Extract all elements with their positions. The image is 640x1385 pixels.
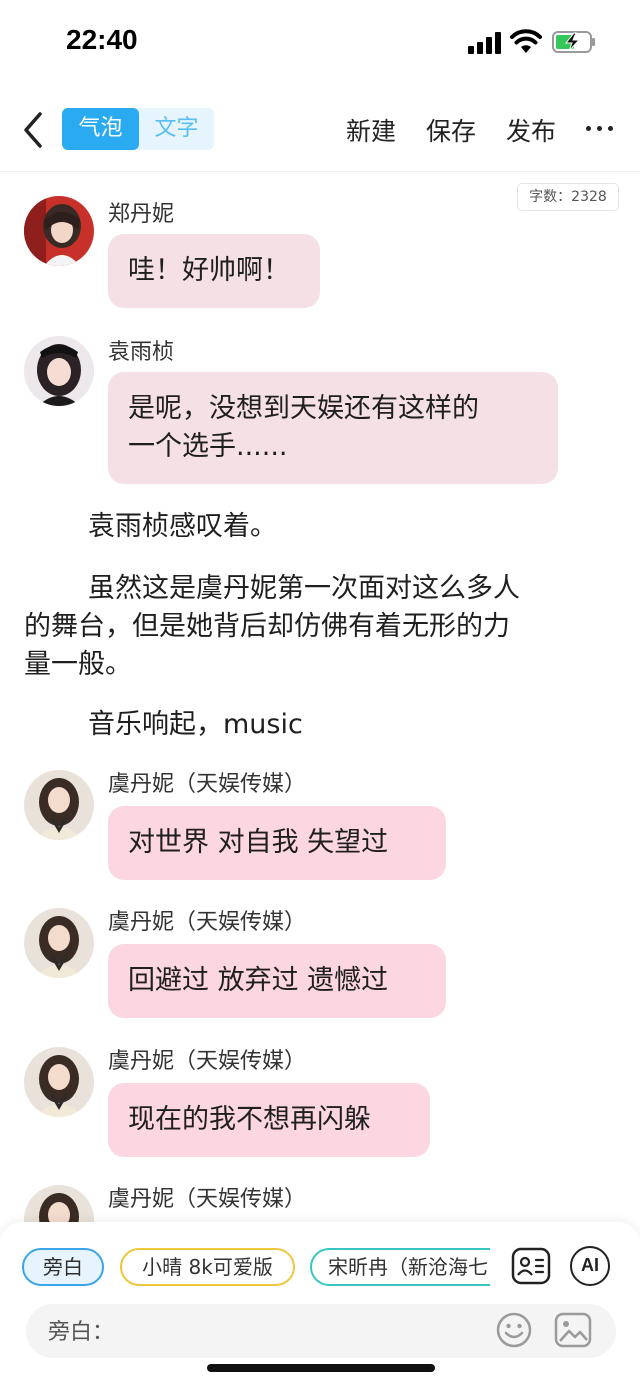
speaker-name: 虞丹妮（天娱传媒） bbox=[108, 772, 307, 797]
status-bar: 22:40 bbox=[0, 0, 640, 86]
mode-bubble-tab[interactable]: 气泡 bbox=[62, 108, 139, 150]
narration-paragraph[interactable]: 虽然这是虞丹妮第一次面对这么多人 的舞台，但是她背后却仿佛有着无形的力 量一般。 bbox=[24, 570, 616, 684]
message-bubble[interactable]: 是呢，没想到天娱还有这样的 一个选手...... bbox=[108, 372, 558, 484]
role-chip[interactable]: 宋昕冉（新沧海七 bbox=[310, 1248, 490, 1286]
composer-panel: 旁白 小晴 8k可爱版 宋昕冉（新沧海七 AI 旁白： bbox=[0, 1222, 640, 1385]
mode-toggle: 气泡 文字 bbox=[62, 108, 214, 150]
narration-paragraph[interactable]: 音乐响起，music bbox=[24, 706, 616, 744]
avatar[interactable] bbox=[24, 1047, 94, 1117]
image-icon[interactable] bbox=[554, 1312, 592, 1348]
role-chip[interactable]: 小晴 8k可爱版 bbox=[120, 1248, 295, 1286]
mode-text-tab[interactable]: 文字 bbox=[139, 108, 214, 150]
input-speaker-label: 旁白： bbox=[48, 1320, 115, 1345]
message-bubble[interactable]: 哇！好帅啊！ bbox=[108, 234, 320, 308]
save-button[interactable]: 保存 bbox=[426, 112, 476, 148]
new-button[interactable]: 新建 bbox=[346, 112, 396, 148]
publish-button[interactable]: 发布 bbox=[506, 112, 556, 148]
message-bubble[interactable]: 回避过 放弃过 遗憾过 bbox=[108, 944, 446, 1018]
speaker-name: 郑丹妮 bbox=[108, 202, 175, 227]
avatar[interactable] bbox=[24, 336, 94, 406]
role-chip-narration[interactable]: 旁白 bbox=[22, 1248, 104, 1286]
speaker-name: 袁雨桢 bbox=[108, 340, 175, 365]
avatar[interactable] bbox=[24, 196, 94, 266]
cellular-signal-icon bbox=[468, 32, 502, 54]
home-indicator bbox=[207, 1364, 435, 1372]
speaker-name: 虞丹妮（天娱传媒） bbox=[108, 1049, 307, 1074]
word-count-badge: 字数：2328 bbox=[517, 183, 619, 211]
message-line: 是呢，没想到天娱还有这样的 bbox=[128, 393, 479, 424]
wifi-icon bbox=[510, 29, 542, 53]
message-line: 一个选手...... bbox=[128, 431, 288, 462]
more-options-icon[interactable] bbox=[584, 114, 616, 144]
narration-line: 虽然这是虞丹妮第一次面对这么多人 bbox=[88, 573, 520, 604]
ai-button[interactable]: AI bbox=[570, 1246, 610, 1286]
avatar[interactable] bbox=[24, 908, 94, 978]
narration-line: 的舞台，但是她背后却仿佛有着无形的力 bbox=[24, 611, 510, 642]
emoji-icon[interactable] bbox=[496, 1312, 532, 1348]
narration-line: 量一般。 bbox=[24, 649, 132, 680]
avatar[interactable] bbox=[24, 770, 94, 840]
role-card-icon[interactable] bbox=[511, 1246, 551, 1286]
speaker-name: 虞丹妮（天娱传媒） bbox=[108, 910, 307, 935]
message-input[interactable]: 旁白： bbox=[26, 1304, 616, 1358]
editor-header: 气泡 文字 新建 保存 发布 bbox=[0, 100, 640, 172]
message-bubble[interactable]: 现在的我不想再闪躲 bbox=[108, 1083, 430, 1157]
message-bubble[interactable]: 对世界 对自我 失望过 bbox=[108, 806, 446, 880]
back-arrow-icon[interactable] bbox=[14, 108, 54, 152]
battery-charging-icon bbox=[552, 31, 595, 53]
status-time: 22:40 bbox=[66, 24, 138, 55]
speaker-name: 虞丹妮（天娱传媒） bbox=[108, 1187, 307, 1212]
narration-paragraph[interactable]: 袁雨桢感叹着。 bbox=[24, 508, 616, 546]
